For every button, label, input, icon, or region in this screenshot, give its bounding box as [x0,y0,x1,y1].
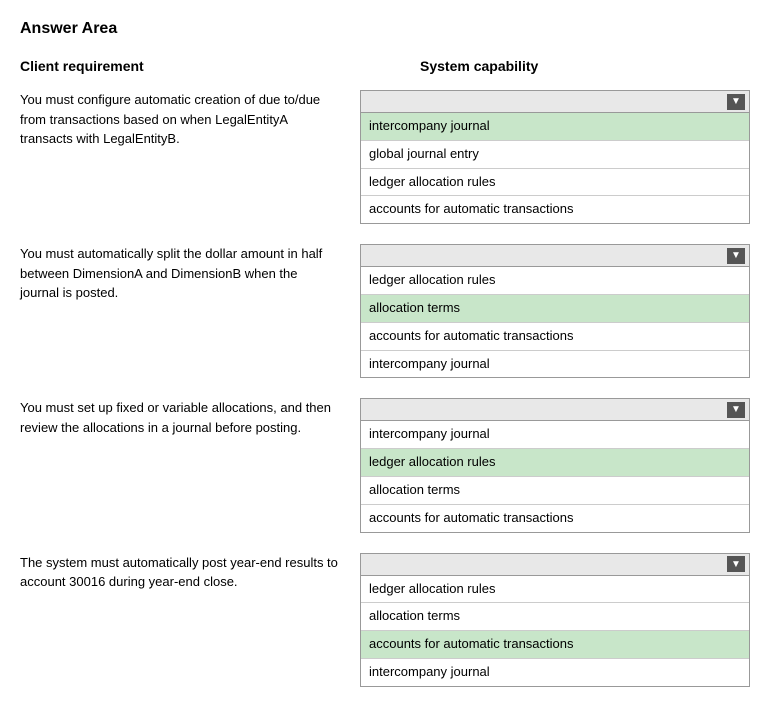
row-row1: You must configure automatic creation of… [20,90,750,224]
dropdown-item-0-2[interactable]: ledger allocation rules [361,169,749,197]
dropdown-item-1-1[interactable]: allocation terms [361,295,749,323]
dropdown-item-3-0[interactable]: ledger allocation rules [361,576,749,604]
dropdown-box-2: ▼ intercompany journalledger allocation r… [360,398,750,532]
column-headers: Client requirement System capability [20,58,750,74]
dropdown-item-0-1[interactable]: global journal entry [361,141,749,169]
dropdown-arrow-2[interactable]: ▼ [727,402,745,418]
answer-area: Client requirement System capability You… [20,58,750,687]
requirement-text-1: You must automatically split the dollar … [20,244,360,303]
dropdown-item-1-2[interactable]: accounts for automatic transactions [361,323,749,351]
dropdown-item-3-3[interactable]: intercompany journal [361,659,749,686]
row-row2: You must automatically split the dollar … [20,244,750,378]
dropdown-container-3: ▼ ledger allocation rulesallocation terms… [360,553,750,687]
dropdown-item-1-0[interactable]: ledger allocation rules [361,267,749,295]
dropdown-header-0: ▼ [361,91,749,113]
dropdown-box-3: ▼ ledger allocation rulesallocation terms… [360,553,750,687]
row-row4: The system must automatically post year-… [20,553,750,687]
dropdown-item-3-1[interactable]: allocation terms [361,603,749,631]
row-row3: You must set up fixed or variable alloca… [20,398,750,532]
dropdown-header-2: ▼ [361,399,749,421]
dropdown-container-1: ▼ ledger allocation rulesallocation terms… [360,244,750,378]
dropdown-item-2-3[interactable]: accounts for automatic transactions [361,505,749,532]
dropdown-box-0: ▼ intercompany journalglobal journal entr… [360,90,750,224]
client-requirement-header: Client requirement [20,58,360,74]
requirement-text-2: You must set up fixed or variable alloca… [20,398,360,437]
dropdown-header-3: ▼ [361,554,749,576]
dropdown-header-1: ▼ [361,245,749,267]
rows-container: You must configure automatic creation of… [20,90,750,687]
requirement-text-3: The system must automatically post year-… [20,553,360,592]
dropdown-item-2-0[interactable]: intercompany journal [361,421,749,449]
dropdown-item-3-2[interactable]: accounts for automatic transactions [361,631,749,659]
requirement-text-0: You must configure automatic creation of… [20,90,360,149]
dropdown-item-2-2[interactable]: allocation terms [361,477,749,505]
dropdown-container-2: ▼ intercompany journalledger allocation r… [360,398,750,532]
dropdown-item-0-0[interactable]: intercompany journal [361,113,749,141]
dropdown-arrow-3[interactable]: ▼ [727,556,745,572]
dropdown-container-0: ▼ intercompany journalglobal journal entr… [360,90,750,224]
dropdown-box-1: ▼ ledger allocation rulesallocation terms… [360,244,750,378]
dropdown-arrow-1[interactable]: ▼ [727,248,745,264]
dropdown-item-2-1[interactable]: ledger allocation rules [361,449,749,477]
dropdown-arrow-0[interactable]: ▼ [727,94,745,110]
dropdown-item-0-3[interactable]: accounts for automatic transactions [361,196,749,223]
system-capability-header: System capability [360,58,750,74]
page-title: Answer Area [20,20,750,38]
dropdown-item-1-3[interactable]: intercompany journal [361,351,749,378]
